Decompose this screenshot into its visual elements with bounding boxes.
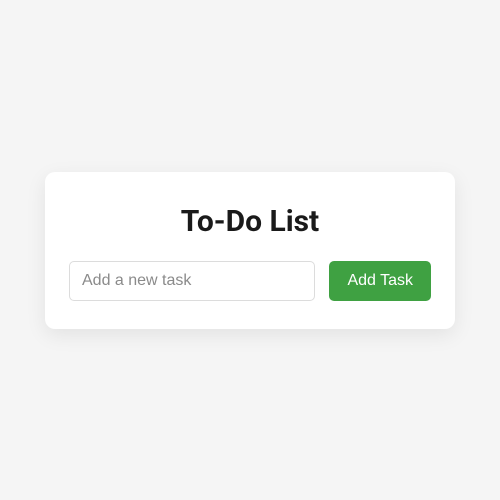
page-title: To-Do List bbox=[69, 204, 431, 239]
todo-card: To-Do List Add Task bbox=[45, 172, 455, 329]
add-task-button[interactable]: Add Task bbox=[329, 261, 431, 301]
new-task-input[interactable] bbox=[69, 261, 315, 301]
input-row: Add Task bbox=[69, 261, 431, 301]
